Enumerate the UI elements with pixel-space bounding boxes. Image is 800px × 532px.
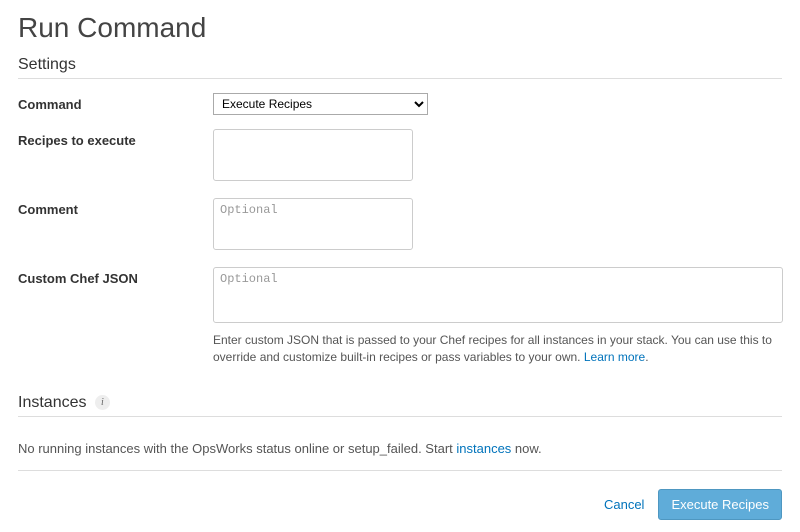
learn-more-link[interactable]: Learn more <box>584 350 645 364</box>
recipes-row: Recipes to execute <box>18 129 782 184</box>
comment-row: Comment <box>18 198 782 253</box>
instances-link[interactable]: instances <box>456 441 511 456</box>
chef-json-help-suffix: . <box>645 350 648 364</box>
command-row: Command Execute Recipes <box>18 93 782 115</box>
chef-json-help: Enter custom JSON that is passed to your… <box>213 332 783 366</box>
footer-actions: Cancel Execute Recipes <box>18 489 782 520</box>
page-title: Run Command <box>18 12 782 44</box>
comment-input[interactable] <box>213 198 413 250</box>
recipes-label: Recipes to execute <box>18 129 213 148</box>
settings-heading: Settings <box>18 56 782 79</box>
instances-message: No running instances with the OpsWorks s… <box>18 431 782 471</box>
chef-json-label: Custom Chef JSON <box>18 267 213 286</box>
command-label: Command <box>18 93 213 112</box>
chef-json-help-text: Enter custom JSON that is passed to your… <box>213 333 772 364</box>
chef-json-row: Custom Chef JSON Enter custom JSON that … <box>18 267 782 366</box>
cancel-button[interactable]: Cancel <box>604 497 644 512</box>
comment-label: Comment <box>18 198 213 217</box>
execute-recipes-button[interactable]: Execute Recipes <box>658 489 782 520</box>
instances-msg-suffix: now. <box>511 441 541 456</box>
chef-json-input[interactable] <box>213 267 783 323</box>
instances-msg-prefix: No running instances with the OpsWorks s… <box>18 441 456 456</box>
recipes-input[interactable] <box>213 129 413 181</box>
info-icon[interactable]: i <box>95 395 110 410</box>
instances-heading: Instances i <box>18 394 782 417</box>
command-select[interactable]: Execute Recipes <box>213 93 428 115</box>
instances-heading-text: Instances <box>18 394 86 411</box>
